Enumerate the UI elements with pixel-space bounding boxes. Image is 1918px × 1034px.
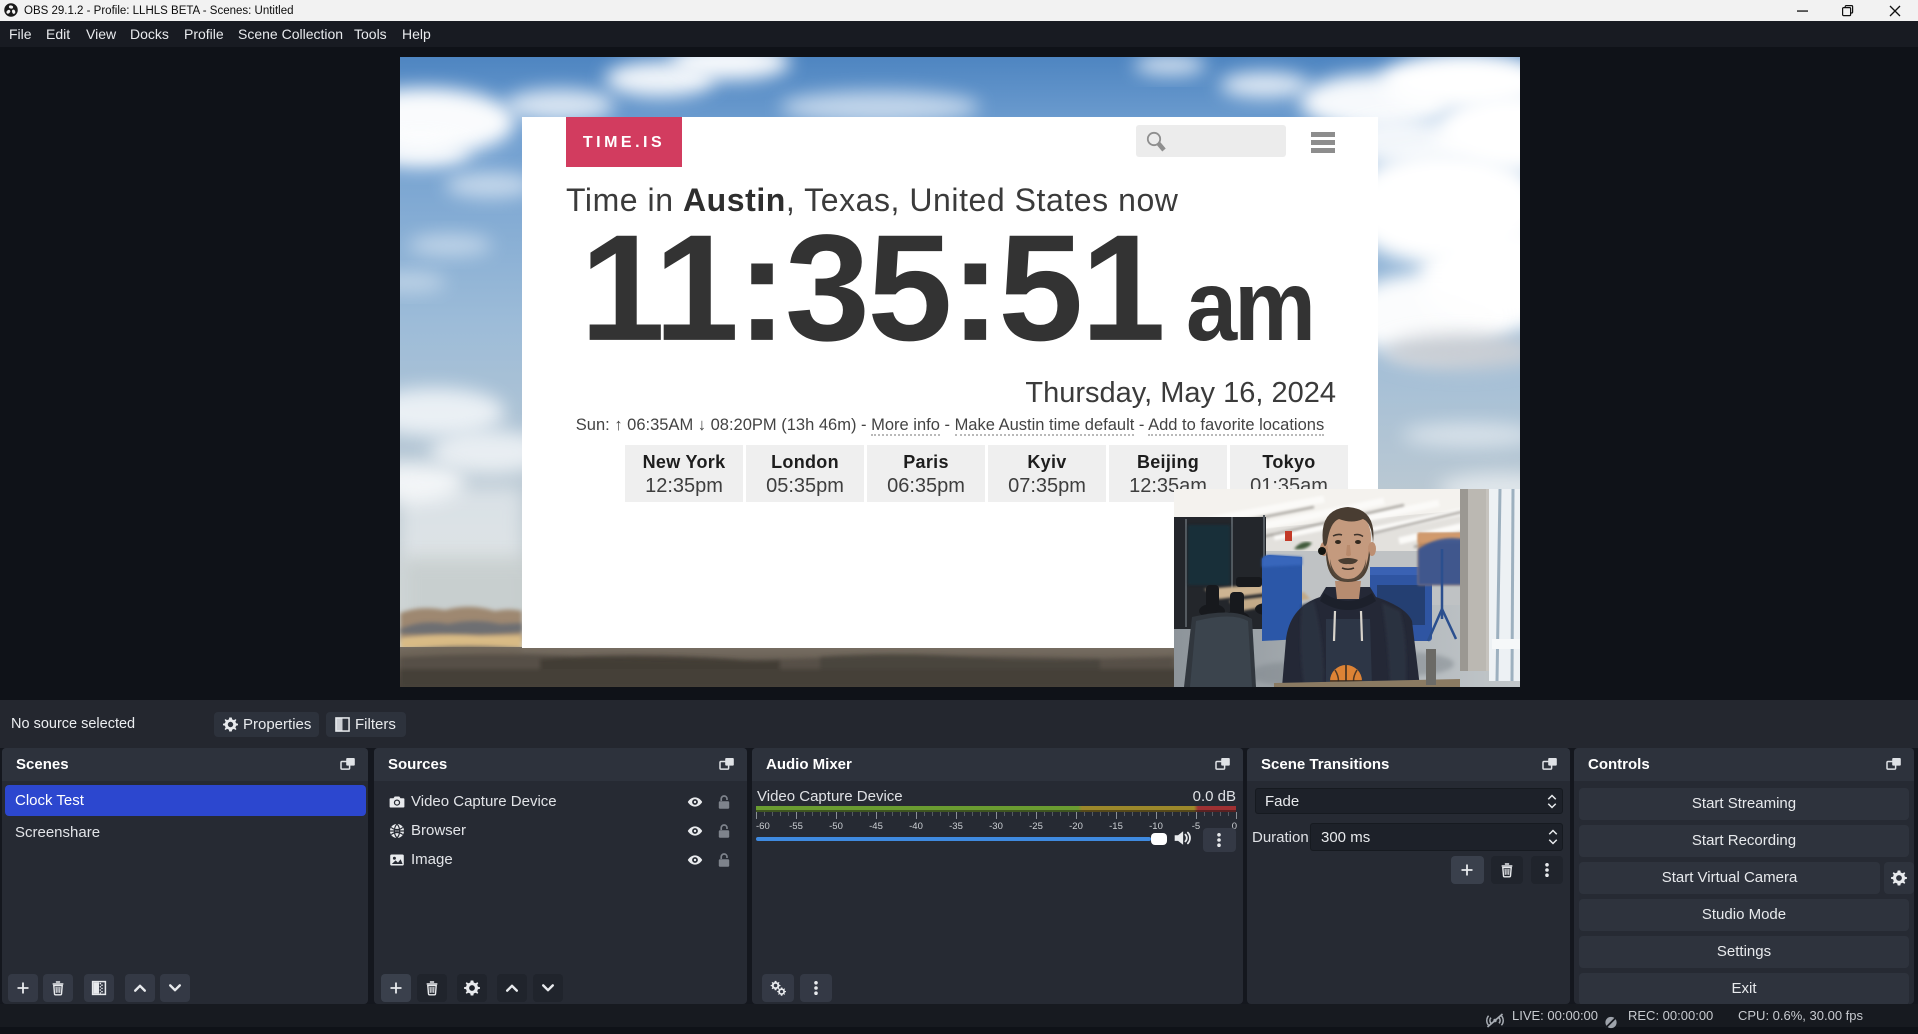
svg-text:-60: -60	[756, 821, 770, 832]
svg-text:-5: -5	[1192, 821, 1200, 832]
svg-text:-30: -30	[989, 821, 1003, 832]
svg-text:-50: -50	[829, 821, 843, 832]
svg-text:-35: -35	[949, 821, 963, 832]
svg-text:-20: -20	[1069, 821, 1083, 832]
svg-text:-25: -25	[1029, 821, 1043, 832]
svg-text:-10: -10	[1149, 821, 1163, 832]
svg-text:-15: -15	[1109, 821, 1123, 832]
svg-text:-55: -55	[789, 821, 803, 832]
svg-text:-40: -40	[909, 821, 923, 832]
svg-text:-45: -45	[869, 821, 883, 832]
